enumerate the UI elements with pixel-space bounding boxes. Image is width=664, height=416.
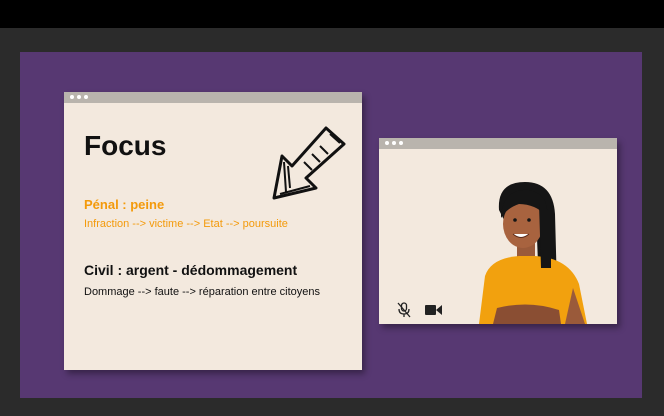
focus-title: Focus [84,130,167,161]
top-black-bar [0,0,664,28]
focus-window: Focus Pénal : peine Infraction --> victi… [64,92,362,370]
hand-drawn-arrow-icon [272,126,346,200]
civil-text: Dommage --> faute --> réparation entre c… [84,286,321,298]
civil-heading: Civil : argent - dédommagement [84,262,298,278]
window-dot-icon [84,95,88,99]
presentation-stage: Focus Pénal : peine Infraction --> victi… [10,28,656,408]
penal-text: Infraction --> victime --> Etat --> pour… [84,218,288,230]
video-call-window [379,138,617,324]
mic-muted-icon[interactable] [397,302,411,318]
person-illustration [479,182,587,324]
penal-heading: Pénal : peine [84,197,165,212]
slide: Focus Pénal : peine Infraction --> victi… [20,52,642,398]
focus-window-titlebar [64,92,362,103]
window-dot-icon [70,95,74,99]
video-camera-icon[interactable] [425,304,443,316]
window-dot-icon [77,95,81,99]
